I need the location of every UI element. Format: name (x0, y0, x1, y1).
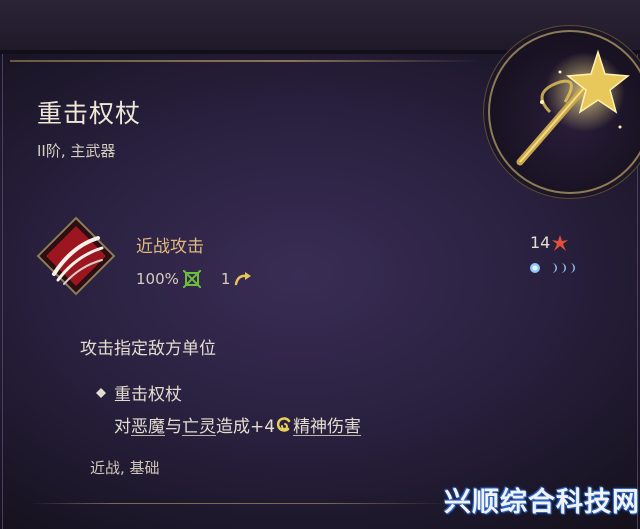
item-title: 重击权杖 (37, 99, 142, 128)
target-undead-link[interactable]: 亡灵 (182, 412, 216, 437)
action-cost: 14 (530, 233, 569, 252)
action-tags: 近战, 基础 (90, 459, 160, 477)
property-name: 重击权杖 (114, 385, 182, 405)
property-header: 重击权杖 (96, 380, 182, 405)
action-count: 1 (220, 270, 231, 288)
item-subtitle: II阶, 主武器 (37, 142, 116, 160)
action-name: 近战攻击 (136, 237, 204, 257)
target-crosshair-icon (182, 270, 201, 288)
action-icon[interactable] (36, 216, 116, 296)
resource-indicators (529, 262, 575, 274)
damage-type-link[interactable]: 精神伤害 (293, 412, 361, 437)
moon-crescents-icon (552, 263, 575, 273)
effect-amount: 造成+4 (216, 417, 276, 437)
psychic-swirl-icon (276, 416, 291, 432)
panel-top-divider (10, 60, 480, 62)
effect-prefix: 对 (114, 417, 131, 437)
mace-star-icon (516, 49, 630, 166)
panel-bottom-divider (30, 503, 450, 504)
claw-slash-icon (36, 216, 116, 296)
cost-value: 14 (530, 233, 551, 252)
site-watermark: 兴顺综合科技网 (444, 487, 640, 518)
target-demon-link[interactable]: 恶魔 (131, 412, 165, 437)
curved-arrow-icon (235, 272, 252, 286)
burst-star-icon (552, 234, 569, 251)
effect-conjunction: 与 (165, 417, 182, 437)
item-emblem (488, 30, 640, 194)
action-stats: 100% 1 (136, 270, 252, 288)
property-effect: 对 恶魔 与 亡灵 造成+4 精神伤害 (114, 412, 361, 437)
diamond-bullet-icon (96, 387, 106, 398)
action-description: 攻击指定敌方单位 (80, 339, 216, 359)
hit-chance: 100% (136, 270, 179, 288)
resource-dot-icon (530, 263, 540, 273)
